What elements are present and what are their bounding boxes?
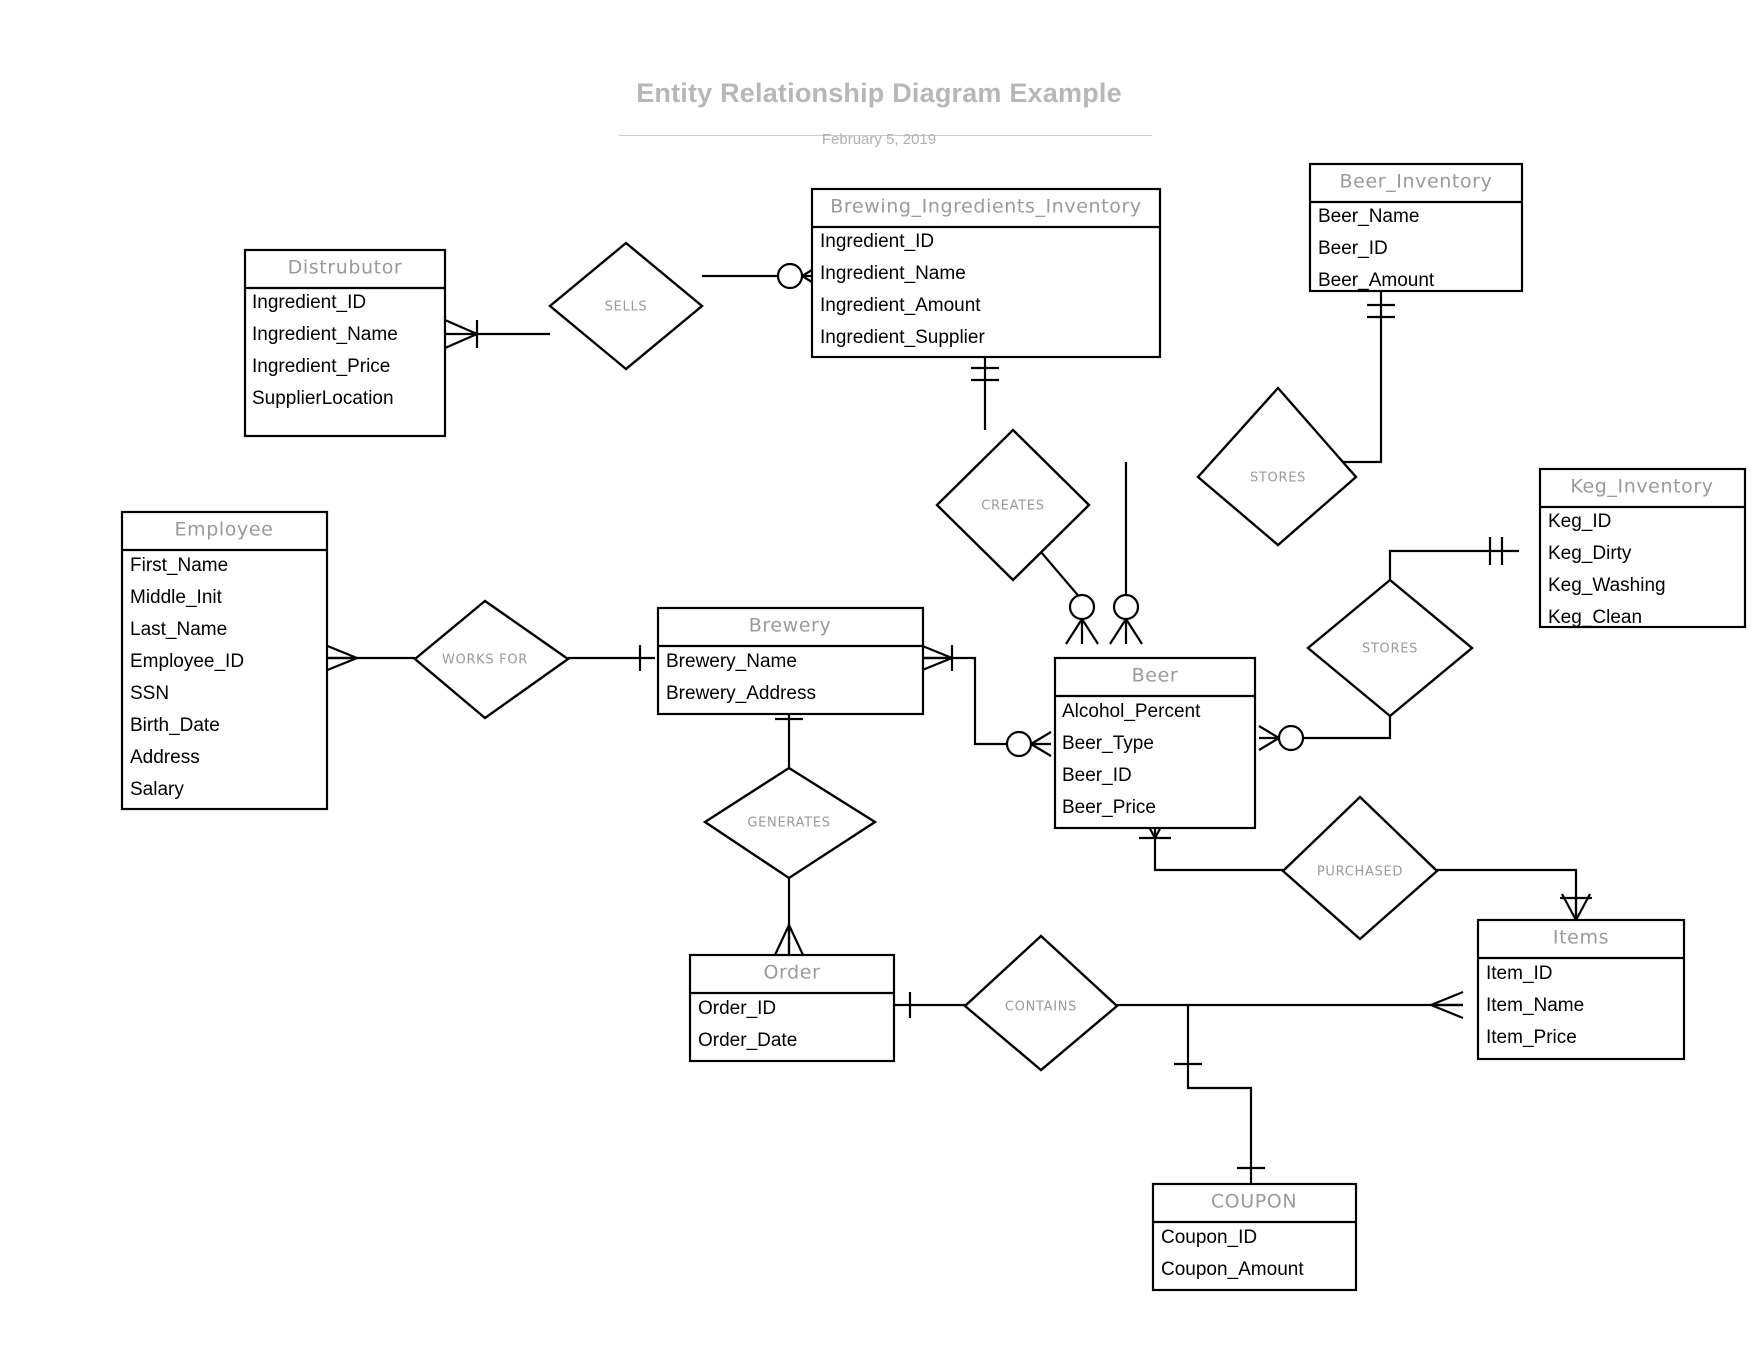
er-diagram-canvas: Distrubutor Ingredient_ID Ingredient_Nam… xyxy=(120,162,1747,1292)
crowfoot-creates-beer xyxy=(1065,593,1099,645)
entity-attr: Beer_ID xyxy=(1318,238,1388,259)
entity-brewing-ingredients-inventory[interactable]: Brewing_Ingredients_Inventory Ingredient… xyxy=(810,187,1162,359)
crowfoot-purchased-items xyxy=(1560,893,1592,921)
entity-title-distrubutor: Distrubutor xyxy=(288,257,403,279)
crowfoot-contains-items xyxy=(1430,990,1464,1020)
crowfoot-employee-works-for xyxy=(324,643,358,673)
entity-attr: Order_ID xyxy=(698,998,776,1019)
entity-brewery[interactable]: Brewery Brewery_Name Brewery_Address xyxy=(656,606,925,716)
entity-title-coupon: COUPON xyxy=(1211,1191,1297,1213)
entity-title-keg-inventory: Keg_Inventory xyxy=(1570,476,1713,498)
entity-title-items: Items xyxy=(1553,927,1609,949)
relationship-label-contains: CONTAINS xyxy=(1005,1000,1077,1015)
relationship-label-generates: GENERATES xyxy=(747,816,830,831)
entity-attr: Ingredient_ID xyxy=(252,292,366,313)
entity-attr: Ingredient_Name xyxy=(252,324,398,345)
entity-attr: Keg_ID xyxy=(1548,511,1611,532)
entity-attr: Middle_Init xyxy=(130,587,223,608)
entity-attr: Ingredient_ID xyxy=(820,231,934,252)
entity-coupon[interactable]: COUPON Coupon_ID Coupon_Amount xyxy=(1151,1182,1358,1292)
entity-attr: Ingredient_Name xyxy=(820,263,966,284)
entity-attr: Item_Price xyxy=(1486,1027,1577,1048)
entity-attr: Brewery_Address xyxy=(666,683,816,704)
relationship-stores-keg[interactable]: STORES xyxy=(1306,578,1474,718)
relationship-label-creates: CREATES xyxy=(981,499,1045,514)
entity-attr: Keg_Washing xyxy=(1548,575,1666,596)
entity-attr: SSN xyxy=(130,683,169,704)
entity-title-beer-inventory: Beer_Inventory xyxy=(1340,171,1493,193)
relationship-label-stores-keg: STORES xyxy=(1362,642,1418,657)
entity-title-employee: Employee xyxy=(175,519,274,541)
connector-contains-coupon xyxy=(1186,1005,1253,1184)
entity-attr: Address xyxy=(130,747,200,768)
relationship-label-purchased: PURCHASED xyxy=(1317,865,1403,880)
connector-beer-purchased xyxy=(1153,838,1283,872)
relationship-creates[interactable]: CREATES xyxy=(935,428,1091,582)
entity-attr: Ingredient_Supplier xyxy=(820,327,985,348)
relationship-sells[interactable]: SELLS xyxy=(548,241,704,371)
entity-attr: Order_Date xyxy=(698,1030,797,1051)
relationship-works-for[interactable]: WORKS FOR xyxy=(413,599,571,720)
entity-attr: Coupon_ID xyxy=(1161,1227,1257,1248)
crowfoot-brewery-beer-right xyxy=(1005,730,1052,758)
relationship-stores-beer[interactable]: STORES xyxy=(1196,386,1358,547)
entity-title-brewing-ingredients-inventory: Brewing_Ingredients_Inventory xyxy=(830,196,1141,218)
relationship-contains[interactable]: CONTAINS xyxy=(963,934,1119,1072)
relationship-generates[interactable]: GENERATES xyxy=(702,766,878,880)
entity-attr: Ingredient_Amount xyxy=(820,295,981,316)
entity-title-beer: Beer xyxy=(1132,665,1179,687)
entity-employee[interactable]: Employee First_Name Middle_Init Last_Nam… xyxy=(120,510,329,811)
entity-order[interactable]: Order Order_ID Order_Date xyxy=(688,953,896,1063)
entity-attr: Employee_ID xyxy=(130,651,244,672)
relationship-label-stores-beer: STORES xyxy=(1250,471,1306,486)
entity-attr: Salary xyxy=(130,779,184,800)
connector-purchased-items xyxy=(1437,868,1578,920)
entity-attr: Coupon_Amount xyxy=(1161,1259,1304,1280)
entity-items[interactable]: Items Item_ID Item_Name Item_Price xyxy=(1476,918,1686,1061)
entity-attr: Keg_Clean xyxy=(1548,607,1642,628)
entity-title-brewery: Brewery xyxy=(749,615,832,637)
relationship-purchased[interactable]: PURCHASED xyxy=(1281,795,1439,941)
relationship-label-sells: SELLS xyxy=(605,300,648,315)
crowfoot-stores-keg-beer xyxy=(1258,724,1305,752)
entity-attr: Item_Name xyxy=(1486,995,1584,1016)
entity-distrubutor[interactable]: Distrubutor Ingredient_ID Ingredient_Nam… xyxy=(243,248,447,438)
connector-stores-keg-beer xyxy=(1300,702,1392,740)
entity-attr: Beer_Price xyxy=(1062,797,1156,818)
entity-attr: Keg_Dirty xyxy=(1548,543,1632,564)
entity-beer[interactable]: Beer Alcohol_Percent Beer_Type Beer_ID B… xyxy=(1053,656,1257,830)
crowfoot-stores-beer xyxy=(1109,593,1143,645)
entity-attr: Ingredient_Price xyxy=(252,356,390,377)
entity-attr: Item_ID xyxy=(1486,963,1553,984)
entity-title-order: Order xyxy=(764,962,821,984)
entity-attr: Brewery_Name xyxy=(666,651,797,672)
entity-attr: Last_Name xyxy=(130,619,227,640)
entity-attr: Beer_Name xyxy=(1318,206,1419,227)
entity-attr: Birth_Date xyxy=(130,715,220,736)
entity-attr: Beer_ID xyxy=(1062,765,1132,786)
entity-beer-inventory[interactable]: Beer_Inventory Beer_Name Beer_ID Beer_Am… xyxy=(1308,162,1524,293)
crowfoot-generates-order xyxy=(774,924,804,956)
relationship-label-works-for: WORKS FOR xyxy=(442,653,528,668)
crowfoot-brewery-beer-left xyxy=(919,643,954,673)
entity-attr: First_Name xyxy=(130,555,228,576)
entity-attr: SupplierLocation xyxy=(252,388,394,409)
entity-attr: Alcohol_Percent xyxy=(1062,701,1201,722)
entity-keg-inventory[interactable]: Keg_Inventory Keg_ID Keg_Dirty Keg_Washi… xyxy=(1538,467,1747,629)
entity-attr: Beer_Amount xyxy=(1318,270,1435,291)
connector-brewery-beer xyxy=(920,656,1010,746)
entity-attr: Beer_Type xyxy=(1062,733,1154,754)
